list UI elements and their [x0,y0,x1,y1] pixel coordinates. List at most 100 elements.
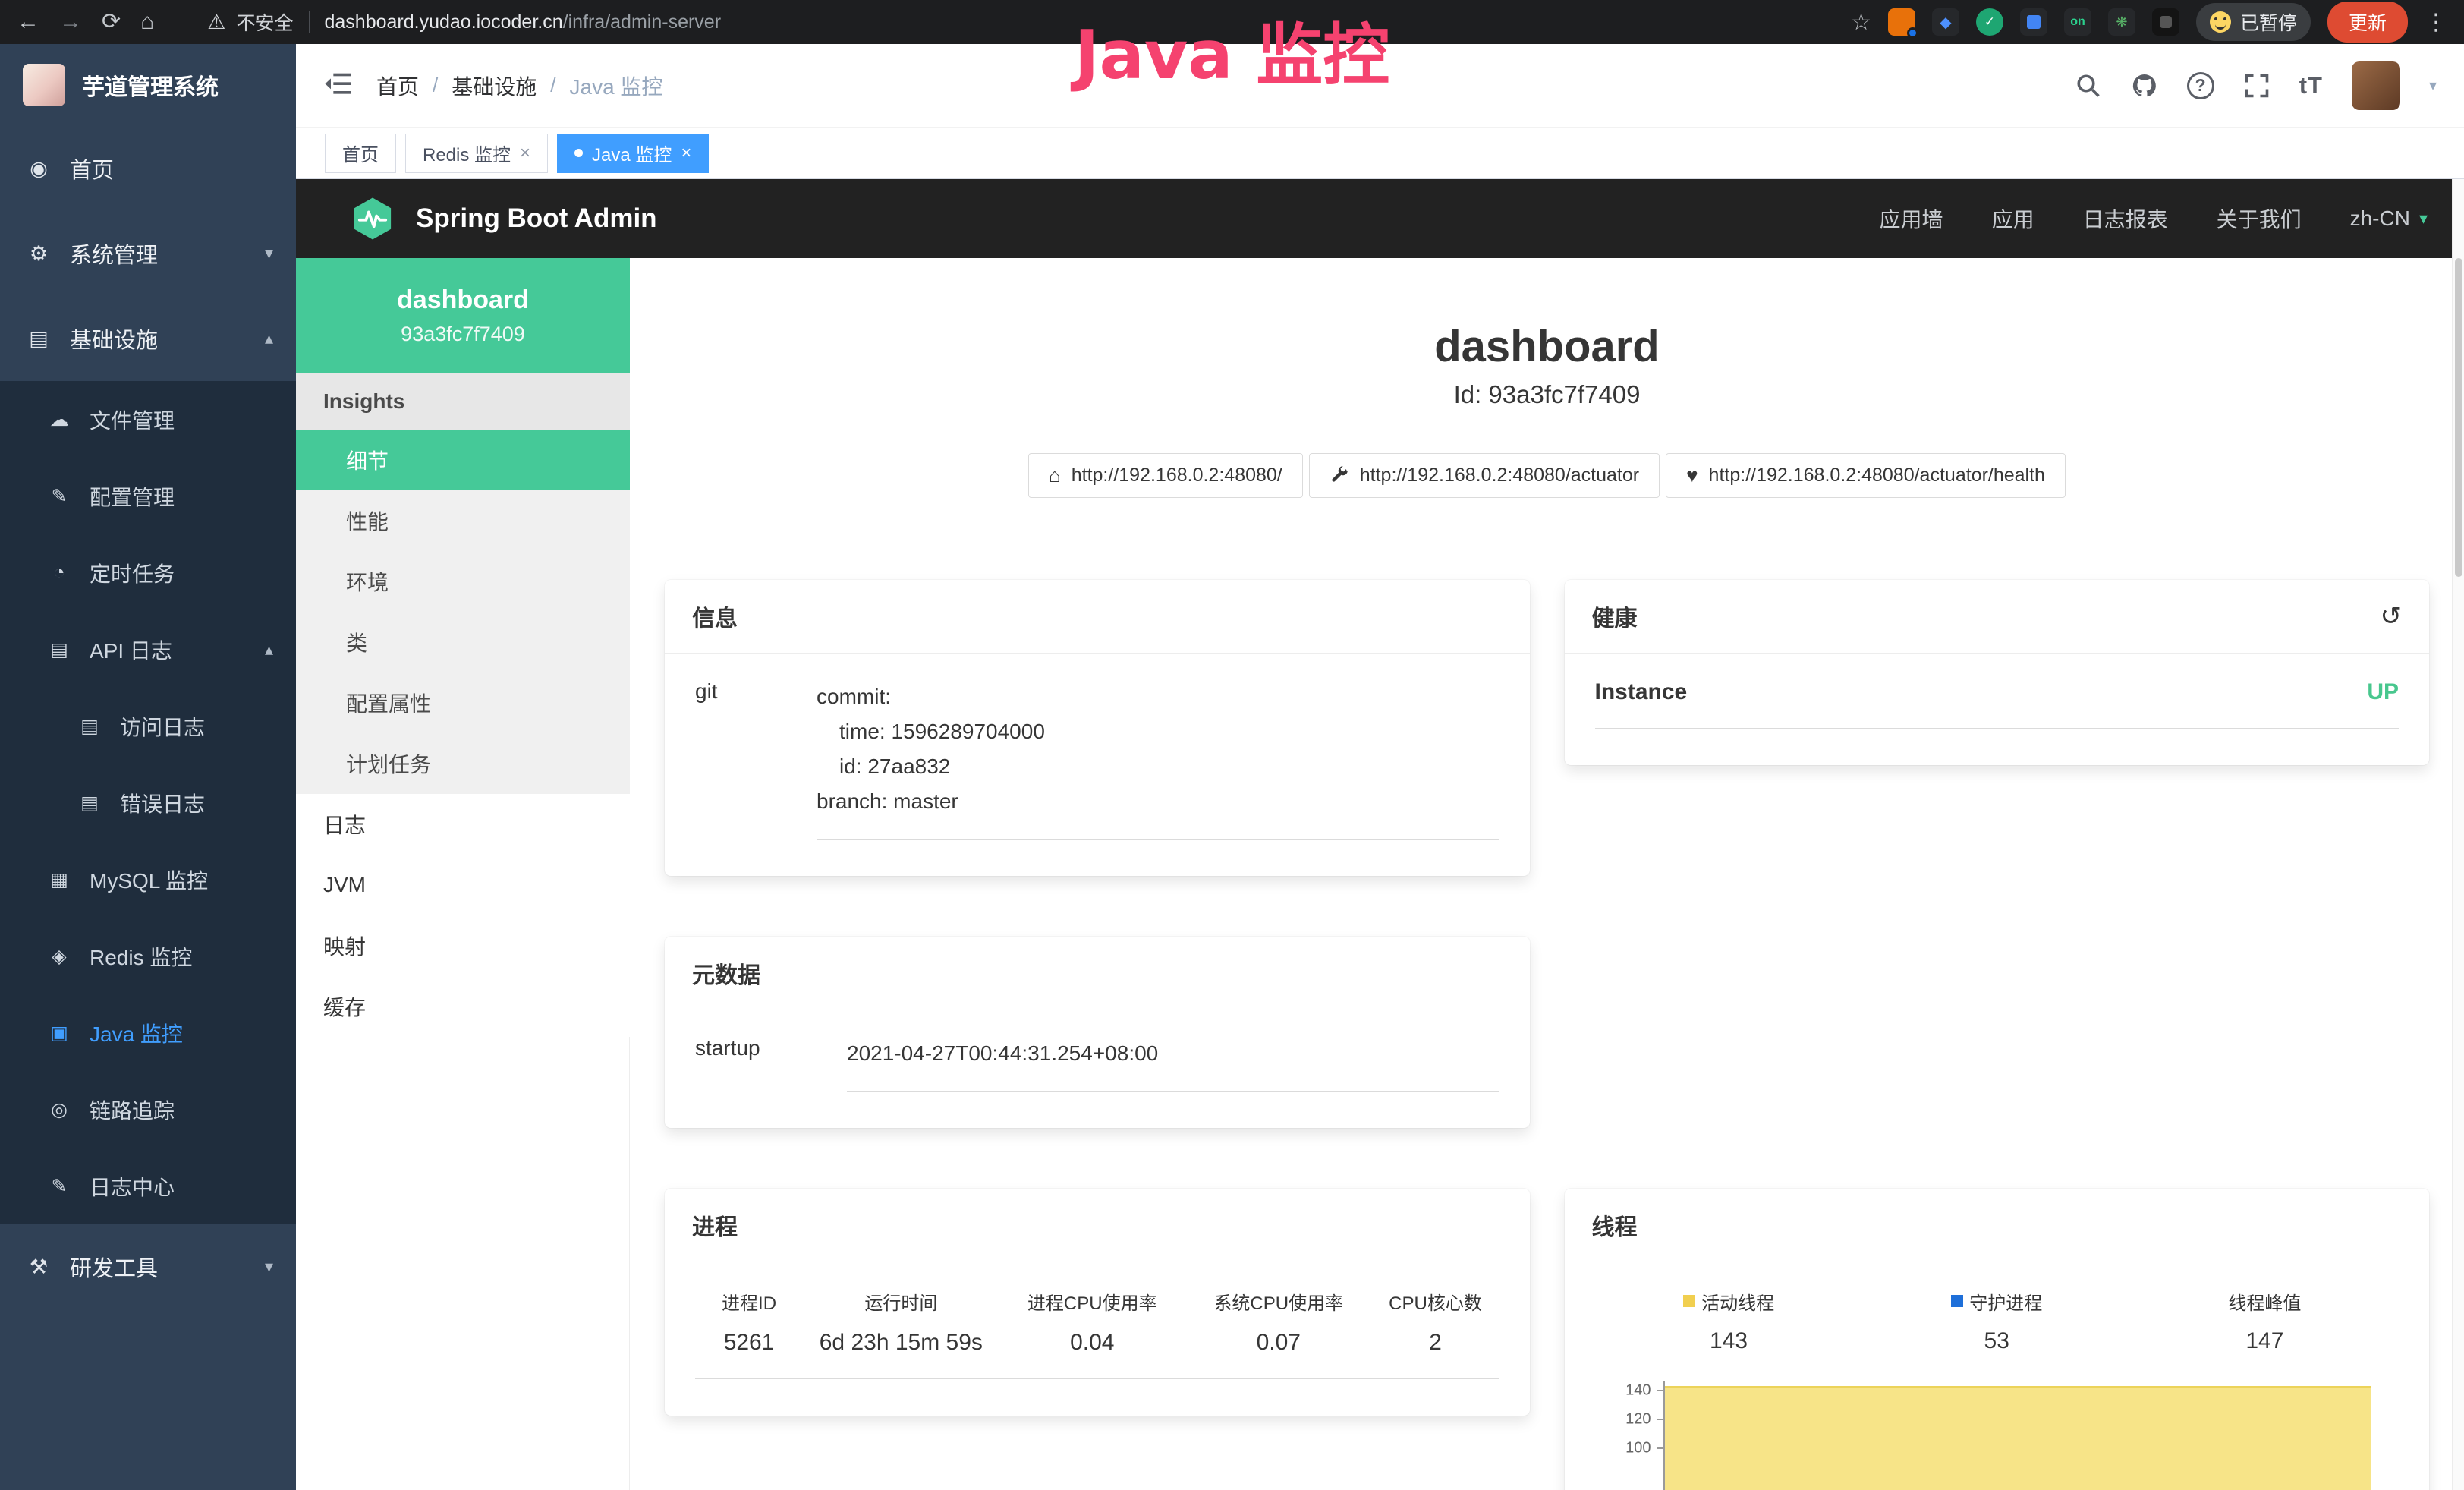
threads-card: 线程 活动线程 守护进程 线程峰值 143 53 14 [1565,1189,2430,1490]
sidebar-item-api-log[interactable]: ▤ API 日志 ▴ [0,611,296,688]
tab-redis-monitor[interactable]: Redis 监控 × [405,134,548,173]
legend-swatch-blue [1951,1295,1963,1307]
sba-instance-header[interactable]: dashboard 93a3fc7f7409 [296,258,630,373]
close-icon[interactable]: × [681,144,691,162]
sba-item-caches[interactable]: 缓存 [296,976,630,1037]
sidebar-item-redis-monitor[interactable]: ◈ Redis 监控 [0,918,296,994]
sba-item-environment[interactable]: 环境 [296,551,630,612]
user-avatar[interactable] [2352,61,2400,110]
sidebar-item-log-center[interactable]: ✎ 日志中心 [0,1148,296,1224]
fullscreen-icon[interactable] [2243,72,2270,99]
sba-nav-journal[interactable]: 日志报表 [2083,203,2168,234]
sba-nav-wallboard[interactable]: 应用墙 [1880,203,1943,234]
sba-item-details[interactable]: 细节 [296,430,630,490]
metadata-card: 元数据 startup 2021-04-27T00:44:31.254+08:0… [665,937,1530,1128]
breadcrumb-current: Java 监控 [570,71,663,101]
url-path: /infra/admin-server [563,11,721,33]
sba-item-metrics[interactable]: 性能 [296,490,630,551]
extension-icon[interactable]: ✓ [1976,8,2003,36]
extension-icon[interactable] [2020,8,2047,36]
sba-item-mappings[interactable]: 映射 [296,915,630,976]
close-icon[interactable]: × [520,144,530,162]
instance-links: ⌂ http://192.168.0.2:48080/ http://192.1… [630,453,2464,498]
card-title: 进程 [692,1208,738,1242]
sidebar-item-label: 文件管理 [90,405,175,435]
sidebar-item-error-log[interactable]: ▤ 错误日志 [0,764,296,841]
puzzle-notch [2160,16,2172,28]
forward-icon[interactable]: → [59,11,82,33]
sidebar-item-java-monitor[interactable]: ▣ Java 监控 [0,994,296,1071]
on-badge: on [2070,15,2085,29]
link-url: http://192.168.0.2:48080/ [1072,465,1282,487]
sba-item-beans[interactable]: 类 [296,612,630,673]
sba-group-insights[interactable]: Insights [296,373,630,430]
column-header: 进程CPU使用率 [999,1288,1186,1315]
tab-home[interactable]: 首页 [325,134,396,173]
sba-nav-about[interactable]: 关于我们 [2217,203,2302,234]
home-icon[interactable]: ⌂ [140,11,154,33]
health-row[interactable]: Instance UP [1595,679,2399,729]
scrollbar-thumb[interactable] [2455,258,2462,577]
active-dot [574,149,583,157]
extension-icon[interactable]: on [2064,8,2091,36]
sba-brand[interactable]: Spring Boot Admin [349,195,657,242]
sba-nav-applications[interactable]: 应用 [1992,203,2034,234]
sba-item-logs[interactable]: 日志 [296,794,630,855]
sidebar-item-scheduled-jobs[interactable]: ◔ 定时任务 [0,534,296,611]
page-scrollbar[interactable] [2452,179,2464,1490]
avatar-caret-icon[interactable]: ▾ [2429,76,2437,95]
service-url-link[interactable]: ⌂ http://192.168.0.2:48080/ [1028,453,1303,498]
github-icon[interactable] [2131,72,2158,99]
sba-item-configprops[interactable]: 配置属性 [296,673,630,733]
sba-item-jvm[interactable]: JVM [296,855,630,915]
sidebar-item-infrastructure[interactable]: ▤ 基础设施 ▴ [0,296,296,381]
sba-item-scheduled-tasks[interactable]: 计划任务 [296,733,630,794]
browser-menu-icon[interactable]: ⋮ [2425,9,2447,36]
link-url: http://192.168.0.2:48080/actuator/health [1709,465,2045,487]
bookmark-star-icon[interactable]: ☆ [1851,9,1871,36]
font-size-icon[interactable]: tT [2299,72,2323,99]
tab-java-monitor[interactable]: Java 监控 × [557,134,709,173]
sidebar-item-access-log[interactable]: ▤ 访问日志 [0,688,296,764]
update-button[interactable]: 更新 [2327,2,2408,43]
sidebar-item-file-manage[interactable]: ☁ 文件管理 [0,381,296,458]
sidebar-item-home[interactable]: ◉ 首页 [0,126,296,211]
sba-locale-select[interactable]: zh-CN ▾ [2350,206,2428,231]
sidebar-item-system[interactable]: ⚙ 系统管理 ▾ [0,211,296,296]
y-tick-dash [1657,1390,1663,1391]
address-bar[interactable]: ⚠ 不安全 dashboard.yudao.iocoder.cn/infra/a… [207,8,721,36]
threads-chart: 140 120 100 [1595,1381,2399,1490]
history-icon[interactable]: ↺ [2381,601,2403,632]
git-id-line: id: 27aa832 [817,749,1499,784]
extension-icon[interactable]: ◆ [1932,8,1959,36]
paused-badge[interactable]: 已暂停 [2196,3,2311,41]
breadcrumb-home[interactable]: 首页 [376,71,419,101]
page-url[interactable]: dashboard.yudao.iocoder.cn/infra/admin-s… [325,11,722,33]
breadcrumb-infrastructure[interactable]: 基础设施 [452,71,537,101]
app-logo[interactable]: 芋道管理系统 [0,44,296,126]
sidebar-menu: ◉ 首页 ⚙ 系统管理 ▾ ▤ 基础设施 ▴ ☁ 文件管理 [0,126,296,1309]
help-icon[interactable]: ? [2187,72,2214,99]
card-body: 进程ID 运行时间 进程CPU使用率 系统CPU使用率 CPU核心数 5261 … [665,1262,1530,1416]
daemon-threads-value: 53 [1863,1328,2131,1354]
trace-icon: ◎ [47,1098,71,1121]
back-icon[interactable]: ← [17,11,39,33]
card-title: 信息 [692,600,738,633]
reload-icon[interactable]: ⟳ [102,11,121,33]
extension-icon[interactable]: ❋ [2108,8,2135,36]
search-icon[interactable] [2075,72,2102,99]
extension-icon[interactable] [1888,8,1915,36]
sidebar-item-mysql-monitor[interactable]: ▦ MySQL 监控 [0,841,296,918]
health-url-link[interactable]: ♥ http://192.168.0.2:48080/actuator/heal… [1666,453,2066,498]
actuator-url-link[interactable]: http://192.168.0.2:48080/actuator [1309,453,1660,498]
locale-label: zh-CN [2350,206,2410,231]
sidebar-item-dev-tools[interactable]: ⚒ 研发工具 ▾ [0,1224,296,1309]
sba-nav: 应用墙 应用 日志报表 关于我们 zh-CN ▾ [1880,203,2428,234]
info-card: 信息 git commit: time: 1596289704000 id: 2 [665,580,1530,876]
extensions-puzzle-icon[interactable] [2152,8,2179,36]
sidebar-item-config-manage[interactable]: ✎ 配置管理 [0,458,296,534]
y-tick-dash [1657,1419,1663,1420]
card-header: 信息 [665,580,1530,654]
sidebar-fold-icon[interactable] [323,68,354,102]
sidebar-item-tracing[interactable]: ◎ 链路追踪 [0,1071,296,1148]
